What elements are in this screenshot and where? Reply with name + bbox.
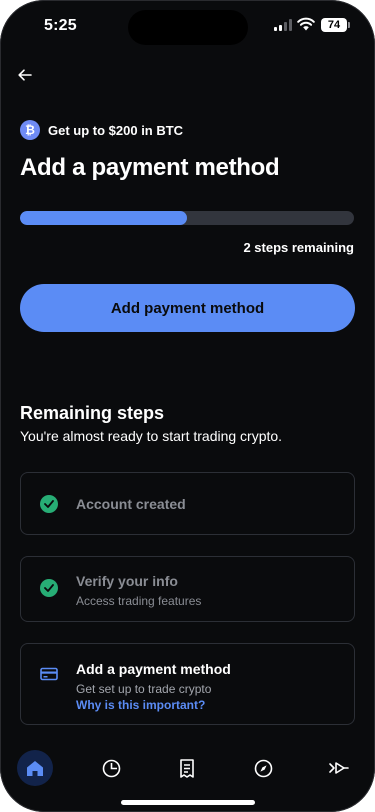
step-add-payment-method[interactable]: Add a payment method Get set up to trade… — [20, 643, 355, 725]
step-subtitle: Get set up to trade crypto — [76, 682, 212, 696]
tab-home[interactable] — [17, 750, 53, 786]
check-circle-icon — [40, 495, 58, 513]
check-circle-icon — [40, 579, 58, 597]
status-time: 5:25 — [44, 17, 77, 34]
cellular-signal-icon — [274, 19, 292, 31]
page-title: Add a payment method — [20, 154, 280, 181]
tab-portfolio[interactable] — [93, 750, 129, 786]
tab-send-receive[interactable] — [321, 750, 357, 786]
status-bar: 5:25 74 — [0, 0, 375, 54]
why-important-link[interactable]: Why is this important? — [76, 698, 205, 712]
arrow-left-icon — [18, 69, 32, 81]
battery-cap — [348, 22, 350, 28]
tab-explore[interactable] — [245, 750, 281, 786]
step-title: Account created — [76, 496, 186, 512]
steps-remaining-label: 2 steps remaining — [243, 240, 354, 255]
receipt-icon — [180, 758, 194, 778]
tab-transactions[interactable] — [169, 750, 205, 786]
dynamic-island — [128, 10, 248, 45]
home-indicator — [121, 800, 255, 805]
bitcoin-icon: ₿ — [20, 120, 40, 140]
credit-card-icon — [40, 667, 58, 681]
step-subtitle: Access trading features — [76, 594, 202, 608]
progress-fill — [20, 211, 187, 225]
home-icon — [27, 760, 43, 776]
back-button[interactable] — [14, 64, 36, 86]
wifi-icon — [297, 17, 315, 31]
pie-chart-icon — [102, 759, 120, 777]
add-payment-method-button[interactable]: Add payment method — [20, 284, 355, 332]
step-title: Verify your info — [76, 573, 178, 589]
bottom-tab-bar — [0, 742, 375, 794]
promo-text: Get up to $200 in BTC — [48, 122, 184, 138]
compass-icon — [254, 759, 272, 777]
battery-level: 74 — [321, 18, 347, 32]
step-title: Add a payment method — [76, 661, 231, 677]
step-verify-info: Verify your info Access trading features — [20, 556, 355, 622]
phone-screen: 5:25 74 ₿ Get up to $200 in BTC Add a pa… — [0, 0, 375, 812]
remaining-steps-title: Remaining steps — [20, 403, 165, 423]
remaining-steps-subtitle: You're almost ready to start trading cry… — [20, 428, 283, 444]
send-icon — [329, 762, 349, 774]
progress-bar — [20, 211, 354, 225]
btc-promo: ₿ Get up to $200 in BTC — [20, 120, 183, 140]
step-account-created: Account created — [20, 472, 355, 535]
